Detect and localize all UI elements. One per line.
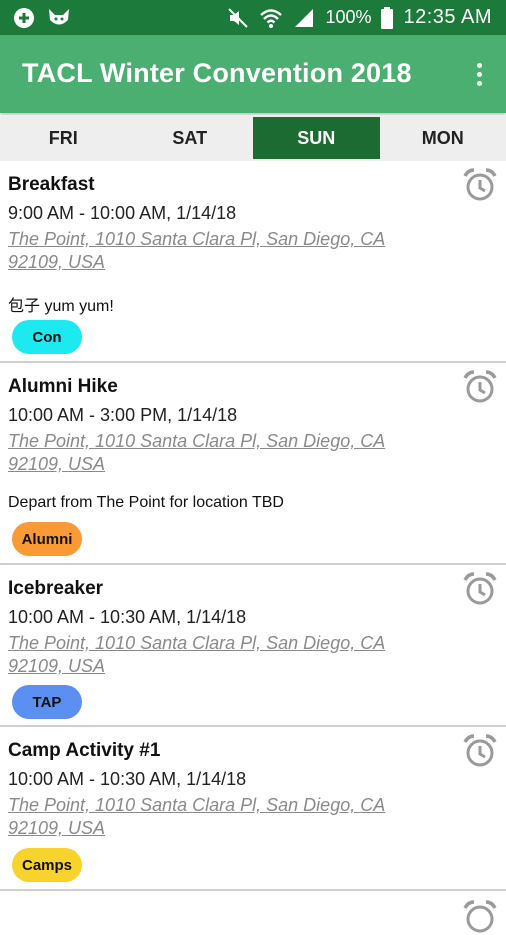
event-location[interactable]: The Point, 1010 Santa Clara Pl, San Dieg… — [8, 794, 408, 840]
event-location-line1: The Point, 1010 Santa Clara Pl, San Dieg… — [8, 430, 408, 453]
mute-icon — [227, 7, 249, 29]
event-list: Breakfast 9:00 AM - 10:00 AM, 1/14/18 Th… — [0, 161, 506, 911]
battery-icon — [381, 7, 393, 29]
event-description: 包子 yum yum! — [8, 292, 114, 316]
page-title: TACL Winter Convention 2018 — [22, 58, 412, 89]
fox-notification-icon — [46, 6, 72, 30]
event-location-line2: 92109, USA — [8, 655, 408, 678]
event-location-line1: The Point, 1010 Santa Clara Pl, San Dieg… — [8, 228, 408, 251]
event-location-line1: The Point, 1010 Santa Clara Pl, San Dieg… — [8, 794, 408, 817]
alarm-icon[interactable] — [462, 571, 498, 607]
tab-mon[interactable]: MON — [380, 115, 506, 161]
tab-sat[interactable]: SAT — [127, 115, 254, 161]
event-time: 10:00 AM - 10:30 AM, 1/14/18 — [8, 769, 246, 790]
list-item[interactable]: Breakfast 9:00 AM - 10:00 AM, 1/14/18 Th… — [0, 161, 506, 363]
event-location-line1: The Point, 1010 Santa Clara Pl, San Dieg… — [8, 632, 408, 655]
alarm-icon[interactable] — [462, 369, 498, 405]
event-time: 9:00 AM - 10:00 AM, 1/14/18 — [8, 203, 236, 224]
alarm-icon[interactable] — [462, 733, 498, 769]
event-title: Breakfast — [8, 174, 95, 196]
event-location-line2: 92109, USA — [8, 453, 408, 476]
tag-badge[interactable]: Camps — [12, 848, 82, 882]
event-location[interactable]: The Point, 1010 Santa Clara Pl, San Dieg… — [8, 632, 408, 678]
app-bar: TACL Winter Convention 2018 — [0, 35, 506, 113]
event-title: Alumni Hike — [8, 376, 118, 398]
tab-fri[interactable]: FRI — [0, 115, 127, 161]
event-description: Depart from The Point for location TBD — [8, 494, 284, 512]
event-location-line2: 92109, USA — [8, 251, 408, 274]
day-tabs: FRI SAT SUN MON — [0, 115, 506, 161]
list-item[interactable] — [0, 891, 506, 911]
clock: 12:35 AM — [403, 6, 492, 29]
battery-text: 100% — [325, 7, 371, 28]
tag-badge[interactable]: Con — [12, 320, 82, 354]
event-time: 10:00 AM - 3:00 PM, 1/14/18 — [8, 405, 237, 426]
tag-badge[interactable]: Alumni — [12, 522, 82, 556]
event-location[interactable]: The Point, 1010 Santa Clara Pl, San Dieg… — [8, 430, 408, 476]
list-item[interactable]: Alumni Hike 10:00 AM - 3:00 PM, 1/14/18 … — [0, 363, 506, 565]
signal-icon — [293, 7, 315, 29]
alarm-icon[interactable] — [462, 899, 498, 935]
alarm-icon[interactable] — [462, 167, 498, 203]
wifi-icon — [259, 7, 283, 29]
event-title: Icebreaker — [8, 578, 103, 600]
overflow-menu-icon[interactable] — [468, 59, 490, 89]
event-time: 10:00 AM - 10:30 AM, 1/14/18 — [8, 607, 246, 628]
list-item[interactable]: Icebreaker 10:00 AM - 10:30 AM, 1/14/18 … — [0, 565, 506, 727]
tag-badge[interactable]: TAP — [12, 685, 82, 719]
event-title: Camp Activity #1 — [8, 740, 160, 762]
tab-sun[interactable]: SUN — [253, 115, 380, 161]
app-notification-icon — [12, 6, 36, 30]
status-bar: 100% 12:35 AM — [0, 0, 506, 35]
event-location[interactable]: The Point, 1010 Santa Clara Pl, San Dieg… — [8, 228, 408, 274]
list-item[interactable]: Camp Activity #1 10:00 AM - 10:30 AM, 1/… — [0, 727, 506, 891]
event-location-line2: 92109, USA — [8, 817, 408, 840]
